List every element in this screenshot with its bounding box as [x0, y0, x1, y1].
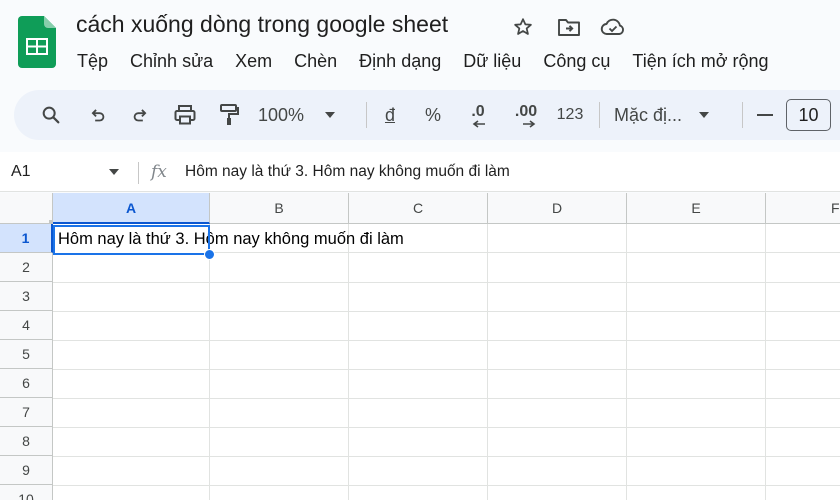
grid-line [53, 485, 840, 486]
column-header-b[interactable]: B [210, 193, 349, 224]
grid-line [53, 340, 840, 341]
menu-file[interactable]: Tệp [66, 48, 119, 74]
menu-bar: Tệp Chỉnh sửa Xem Chèn Định dạng Dữ liệu… [66, 48, 780, 74]
row-header-5[interactable]: 5 [0, 340, 53, 369]
title-bar: cách xuống dòng trong google sheet Tệp C… [0, 0, 840, 88]
decrease-decimal-button[interactable]: .0 [460, 90, 496, 140]
zoom-value: 100% [258, 104, 305, 125]
grid-line [53, 311, 840, 312]
decrease-font-size-button[interactable] [752, 90, 778, 140]
grid-line [53, 398, 840, 399]
increase-decimal-button[interactable]: .00 [506, 90, 546, 140]
grid-line [348, 224, 349, 500]
google-sheets-logo[interactable] [18, 16, 56, 68]
print-icon[interactable] [169, 90, 201, 140]
font-family-value: Mặc đị... [614, 104, 683, 125]
grid-line [209, 224, 210, 500]
column-header-d[interactable]: D [488, 193, 627, 224]
grid-line [765, 224, 766, 500]
grid-line [487, 224, 488, 500]
chevron-down-icon [325, 112, 336, 118]
formula-bar-divider [138, 162, 139, 184]
column-header-c[interactable]: C [349, 193, 488, 224]
menu-edit[interactable]: Chỉnh sửa [119, 48, 224, 74]
grid-line [53, 282, 840, 283]
font-size-input[interactable]: 10 [786, 99, 831, 131]
toolbar-divider [742, 102, 743, 128]
percent-format-button[interactable]: % [419, 90, 447, 140]
font-family-select[interactable]: Mặc đị... [614, 90, 726, 140]
menu-tools[interactable]: Công cụ [532, 48, 621, 74]
select-all-corner[interactable] [0, 193, 53, 224]
fill-handle[interactable] [204, 249, 215, 260]
toolbar-divider [599, 102, 600, 128]
menu-view[interactable]: Xem [224, 48, 283, 74]
row-header-10[interactable]: 10 [0, 485, 53, 500]
row-header-1[interactable]: 1 [0, 224, 53, 253]
active-cell-selection[interactable] [53, 225, 210, 255]
star-icon[interactable] [510, 14, 536, 40]
row-header-2[interactable]: 2 [0, 253, 53, 282]
row-header-3[interactable]: 3 [0, 282, 53, 311]
formula-bar: A1 fx Hôm nay là thứ 3. Hôm nay không mu… [0, 152, 840, 192]
menu-insert[interactable]: Chèn [283, 48, 348, 74]
minus-icon [757, 114, 773, 116]
chevron-down-icon[interactable] [108, 168, 120, 176]
column-header-e[interactable]: E [627, 193, 766, 224]
paint-format-icon[interactable] [214, 90, 244, 140]
row-header-4[interactable]: 4 [0, 311, 53, 340]
redo-icon[interactable] [126, 90, 156, 140]
row-header-8[interactable]: 8 [0, 427, 53, 456]
spreadsheet-grid[interactable]: A B C D E F 1 2 3 4 5 6 7 8 9 10 Hôm nay… [0, 193, 840, 500]
row-header-9[interactable]: 9 [0, 456, 53, 485]
toolbar: 100% đ % .0 .00 123 Mặc đị... 10 [14, 90, 840, 140]
menu-extensions[interactable]: Tiện ích mở rộng [621, 48, 779, 74]
grid-line [53, 369, 840, 370]
toolbar-divider [366, 102, 367, 128]
row-header-6[interactable]: 6 [0, 369, 53, 398]
formula-input[interactable]: Hôm nay là thứ 3. Hôm nay không muốn đi … [185, 163, 510, 181]
menu-data[interactable]: Dữ liệu [452, 48, 532, 74]
number-format-button[interactable]: 123 [552, 90, 588, 140]
undo-icon[interactable] [82, 90, 112, 140]
grid-line [626, 224, 627, 500]
arrow-right-icon [523, 120, 536, 128]
row-header-7[interactable]: 7 [0, 398, 53, 427]
grid-line [53, 456, 840, 457]
search-icon[interactable] [36, 90, 66, 140]
chevron-down-icon [699, 112, 710, 118]
grid-line [210, 252, 840, 253]
move-to-folder-icon[interactable] [556, 14, 582, 40]
column-header-a[interactable]: A [53, 193, 210, 224]
document-title[interactable]: cách xuống dòng trong google sheet [76, 11, 448, 38]
arrow-left-icon [472, 120, 485, 128]
cloud-saved-icon[interactable] [600, 14, 626, 40]
zoom-select[interactable]: 100% [258, 90, 358, 140]
grid-line [53, 427, 840, 428]
currency-format-button[interactable]: đ [376, 90, 404, 140]
column-header-f[interactable]: F [766, 193, 840, 224]
menu-format[interactable]: Định dạng [348, 48, 452, 74]
fx-icon: fx [151, 162, 167, 182]
